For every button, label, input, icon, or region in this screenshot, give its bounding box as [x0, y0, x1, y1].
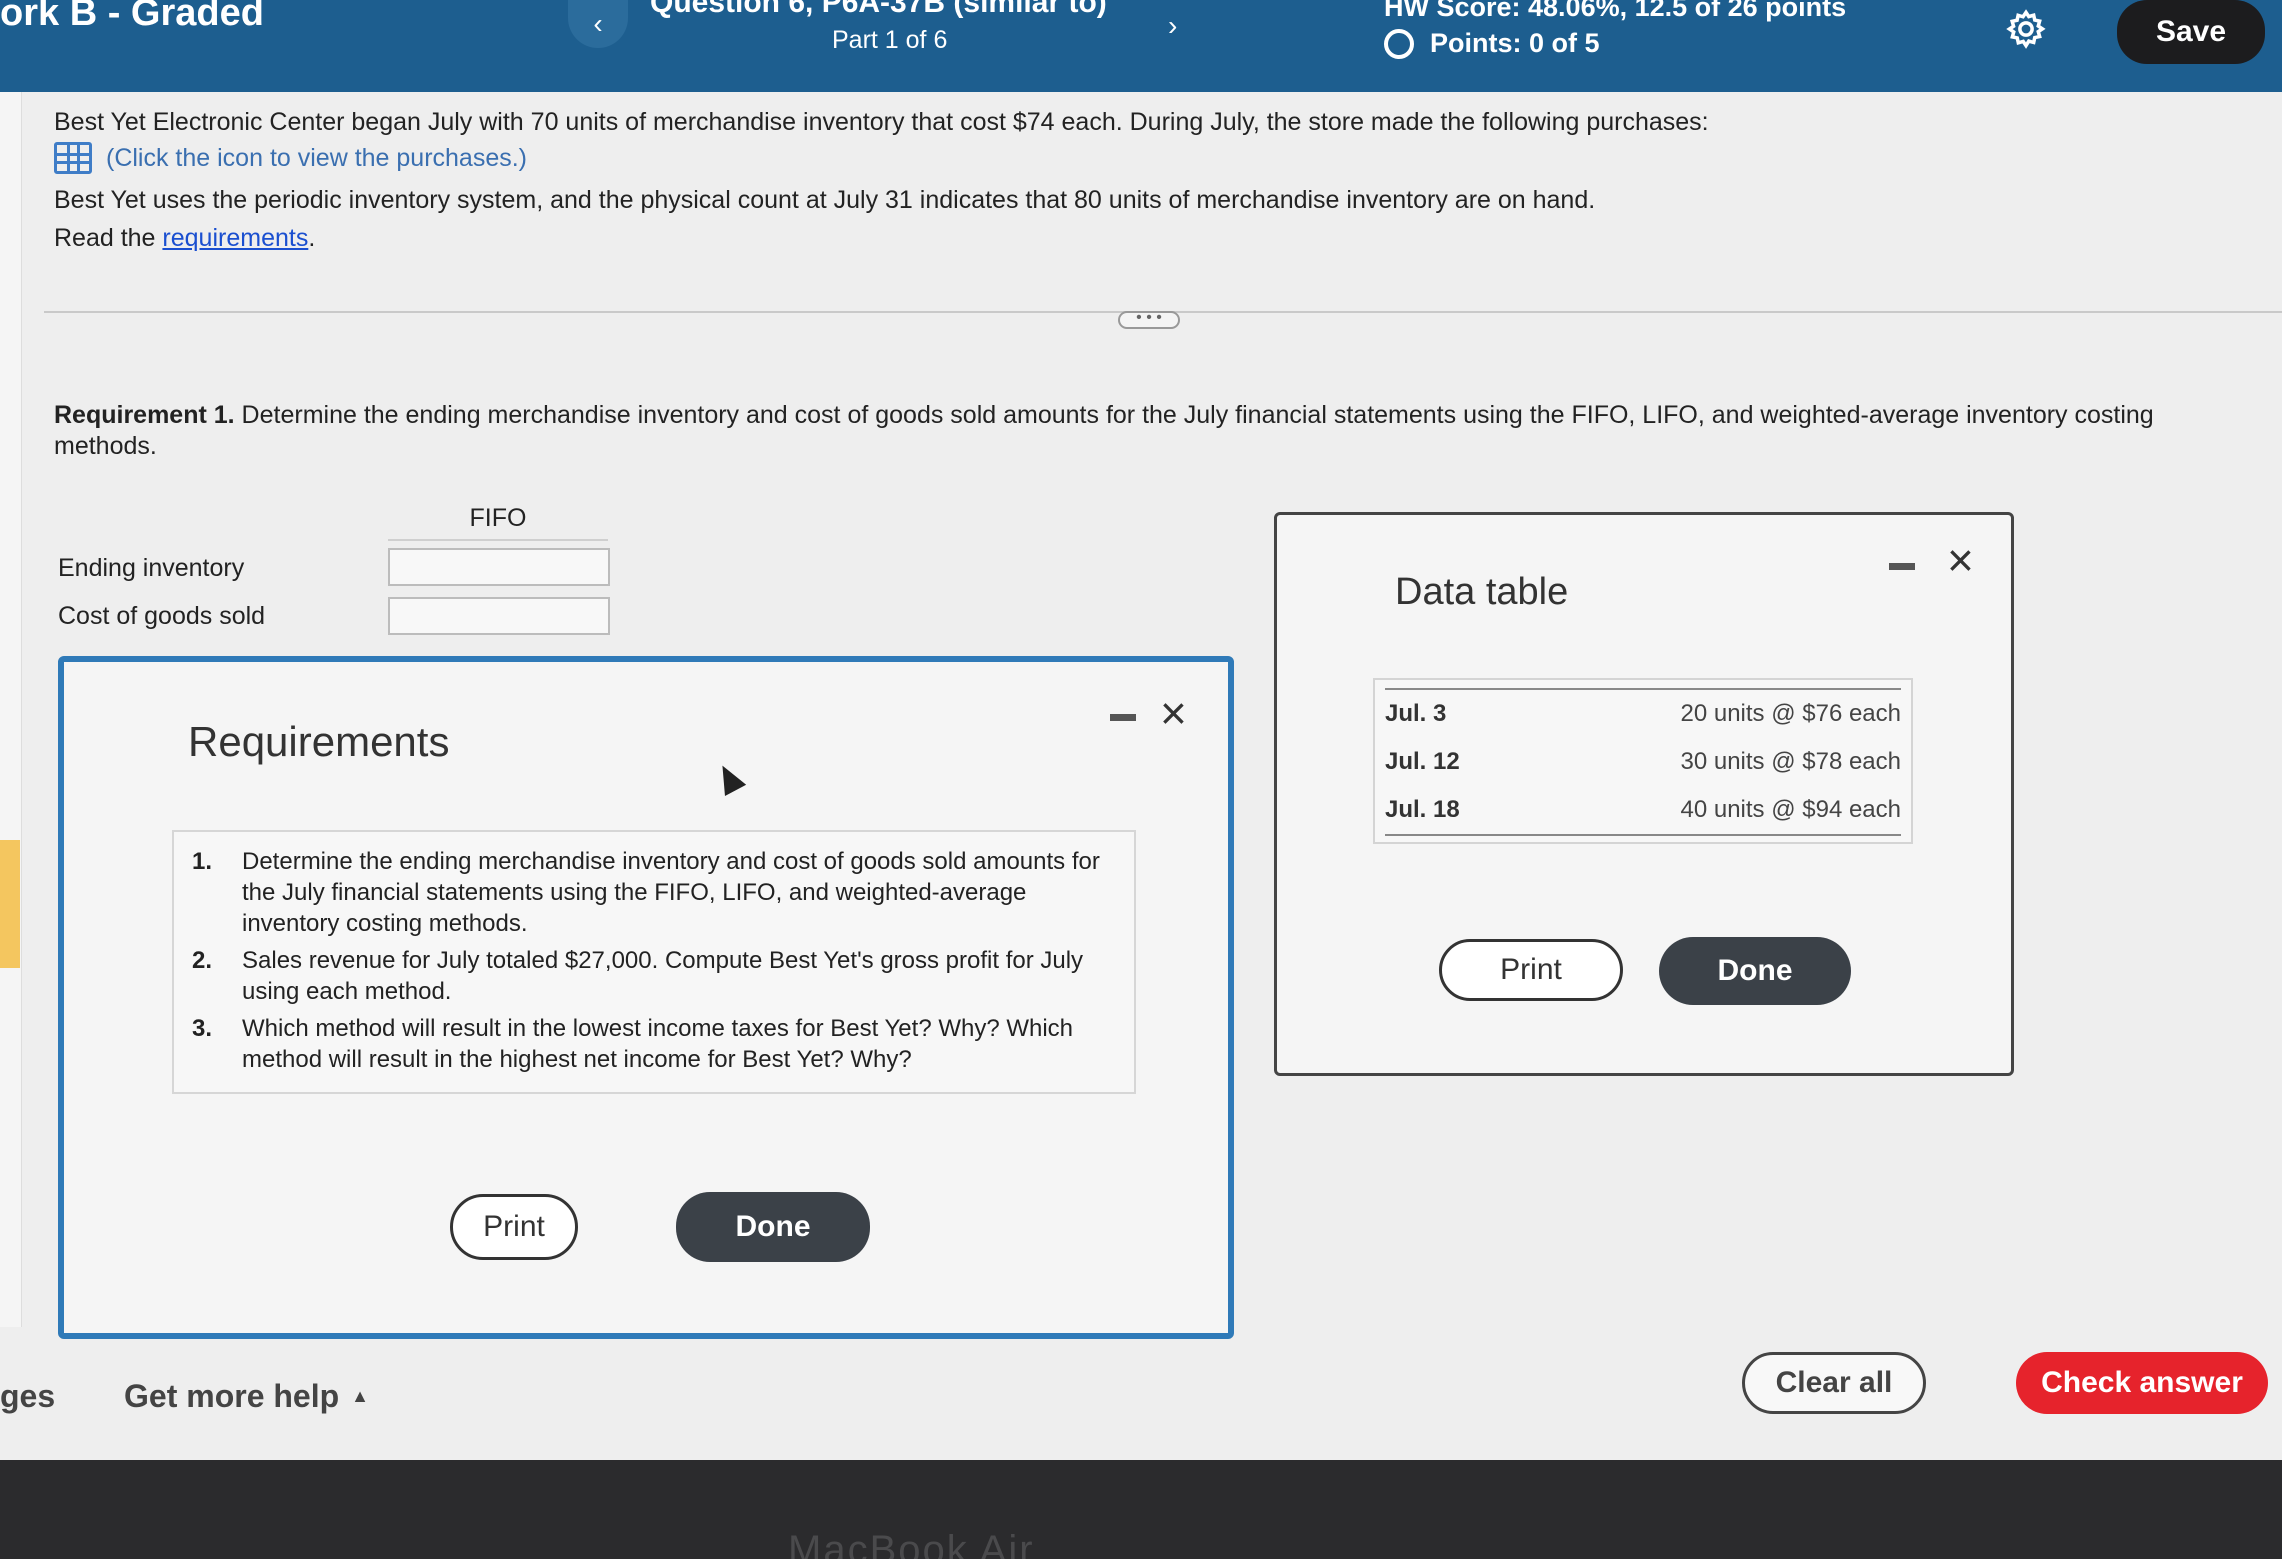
check-answer-button[interactable]: Check answer	[2016, 1352, 2268, 1414]
row-value: 30 units @ $78 each	[1680, 748, 1901, 775]
item-text: Which method will result in the lowest i…	[242, 1015, 1074, 1073]
done-button[interactable]: Done	[1659, 937, 1851, 1005]
clear-all-button[interactable]: Clear all	[1742, 1352, 1926, 1414]
purchases-table: Jul. 3 20 units @ $76 each Jul. 12 30 un…	[1373, 678, 1913, 844]
next-question-button[interactable]: ›	[1168, 10, 1177, 42]
purchases-link[interactable]: (Click the icon to view the purchases.)	[54, 142, 527, 174]
table-row: Jul. 3 20 units @ $76 each	[1385, 690, 1901, 738]
caret-up-icon: ▲	[351, 1386, 369, 1406]
fifo-column-header: FIFO	[388, 504, 608, 541]
table-grid-icon[interactable]	[54, 142, 92, 174]
minimize-icon[interactable]	[1110, 714, 1136, 721]
minimize-icon[interactable]	[1889, 563, 1915, 570]
row-value: 40 units @ $94 each	[1680, 796, 1901, 823]
laptop-bezel	[0, 1460, 2282, 1559]
gear-icon[interactable]	[2005, 8, 2047, 50]
assignment-title: ork B - Graded	[0, 0, 264, 34]
requirements-link[interactable]: requirements	[162, 224, 308, 252]
close-icon[interactable]: ×	[1160, 690, 1187, 736]
list-item: 3. Which method will result in the lowes…	[190, 1013, 1118, 1075]
question-text-inventory: Best Yet uses the periodic inventory sys…	[54, 186, 1596, 214]
requirements-list: 1. Determine the ending merchandise inve…	[172, 830, 1136, 1094]
close-icon[interactable]: ×	[1947, 537, 1974, 583]
fifo-ending-inventory-input[interactable]	[388, 548, 610, 586]
row-date: Jul. 3	[1385, 700, 1447, 727]
divider-handle[interactable]: • • •	[1118, 310, 1180, 329]
points-label: Points: 0 of 5	[1430, 28, 1600, 58]
item-text: Sales revenue for July totaled $27,000. …	[242, 947, 1084, 1005]
read-requirements-line: Read the requirements.	[54, 224, 315, 253]
requirement-1-body: Determine the ending merchandise invento…	[54, 401, 2154, 460]
print-button[interactable]: Print	[450, 1194, 578, 1260]
chevron-left-icon: ‹	[593, 8, 603, 39]
requirement-1-text: Requirement 1. Determine the ending merc…	[54, 400, 2234, 462]
question-text: Best Yet Electronic Center began July wi…	[54, 108, 1709, 136]
fifo-cogs-input[interactable]	[388, 597, 610, 635]
row-value: 20 units @ $76 each	[1680, 700, 1901, 727]
points-status: Points: 0 of 5	[1384, 28, 1600, 59]
table-row: Jul. 18 40 units @ $94 each	[1385, 786, 1901, 834]
requirements-dialog: Requirements × 1. Determine the ending m…	[58, 656, 1234, 1339]
item-number: 2.	[192, 947, 213, 974]
device-label: MacBook Air	[788, 1528, 1035, 1559]
print-button[interactable]: Print	[1439, 939, 1623, 1001]
question-area: Best Yet Electronic Center began July wi…	[0, 92, 2282, 1460]
top-bar: ork B - Graded ‹ Question 6, P6A-37B (si…	[0, 0, 2282, 92]
row-date: Jul. 12	[1385, 748, 1460, 775]
help-label[interactable]: Get more help	[124, 1378, 339, 1415]
cogs-label: Cost of goods sold	[58, 602, 266, 630]
row-date: Jul. 18	[1385, 796, 1460, 823]
part-indicator: Part 1 of 6	[832, 26, 948, 54]
purchases-link-text[interactable]: (Click the icon to view the purchases.)	[106, 144, 527, 173]
item-text: Determine the ending merchandise invento…	[242, 848, 1100, 937]
table-row: Jul. 12 30 units @ $78 each	[1385, 738, 1901, 786]
previous-question-button[interactable]: ‹	[568, 0, 628, 48]
done-button[interactable]: Done	[676, 1192, 870, 1262]
read-requirements-prefix: Read the	[54, 224, 163, 252]
requirement-1-label: Requirement 1.	[54, 401, 235, 429]
left-panel-edge	[0, 92, 22, 1327]
ending-inventory-label: Ending inventory	[58, 554, 245, 582]
dialog-title: Data table	[1395, 571, 1569, 613]
dialog-title: Requirements	[188, 718, 450, 765]
item-number: 3.	[192, 1015, 213, 1042]
item-number: 1.	[192, 848, 213, 875]
status-circle-icon	[1384, 28, 1414, 59]
list-item: 1. Determine the ending merchandise inve…	[190, 846, 1118, 939]
hw-score: HW Score: 48.06%, 12.5 of 26 points	[1384, 0, 1847, 22]
question-title: Question 6, P6A-37B (similar to)	[650, 0, 1107, 19]
list-item: 2. Sales revenue for July totaled $27,00…	[190, 945, 1118, 1007]
save-button[interactable]: Save	[2117, 0, 2265, 64]
pages-label[interactable]: ges	[0, 1378, 55, 1415]
get-more-help-button[interactable]: Get more help ▲	[124, 1378, 369, 1415]
data-table-dialog: Data table × Jul. 3 20 units @ $76 each …	[1274, 512, 2014, 1076]
chevron-right-icon: ›	[1168, 10, 1178, 41]
side-marker	[0, 840, 20, 968]
period: .	[308, 224, 316, 252]
